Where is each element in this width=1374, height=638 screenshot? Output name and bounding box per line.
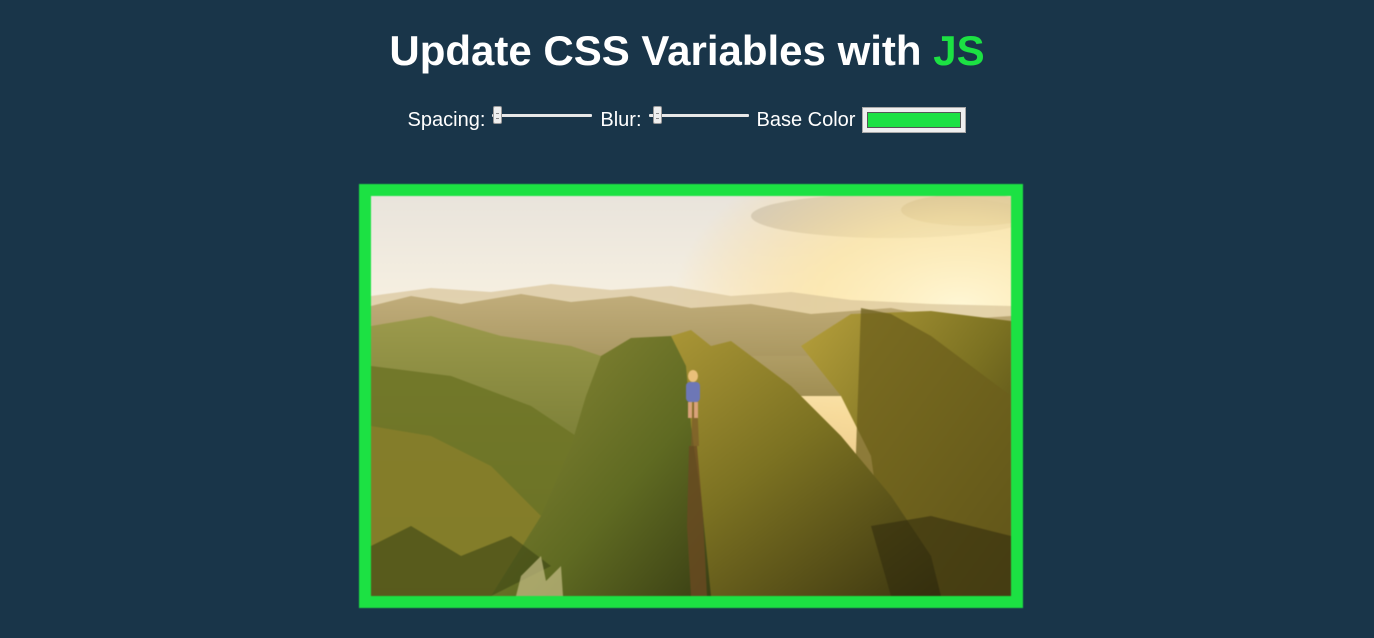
photo-frame	[359, 184, 1023, 608]
blur-slider[interactable]	[648, 104, 749, 136]
base-color-fill	[867, 112, 962, 128]
controls-bar: Spacing: Blur: Base Color	[0, 104, 1374, 136]
base-color-label: Base Color	[756, 109, 856, 131]
title-text: Update CSS Variables with	[389, 27, 922, 74]
blur-label: Blur:	[600, 109, 642, 131]
spacing-slider-thumb[interactable]	[493, 106, 503, 124]
blur-slider-thumb[interactable]	[652, 106, 662, 124]
hiker-photo	[371, 196, 1011, 596]
blur-slider-track	[648, 114, 749, 117]
base-color-picker[interactable]	[862, 107, 967, 133]
title-highlight: JS	[933, 27, 985, 74]
page: Update CSS Variables with JS Spacing: Bl…	[0, 0, 1374, 638]
spacing-slider[interactable]	[492, 104, 593, 136]
spacing-slider-track	[492, 114, 593, 117]
spacing-label: Spacing:	[407, 109, 486, 131]
page-title: Update CSS Variables with JS	[0, 26, 1374, 76]
